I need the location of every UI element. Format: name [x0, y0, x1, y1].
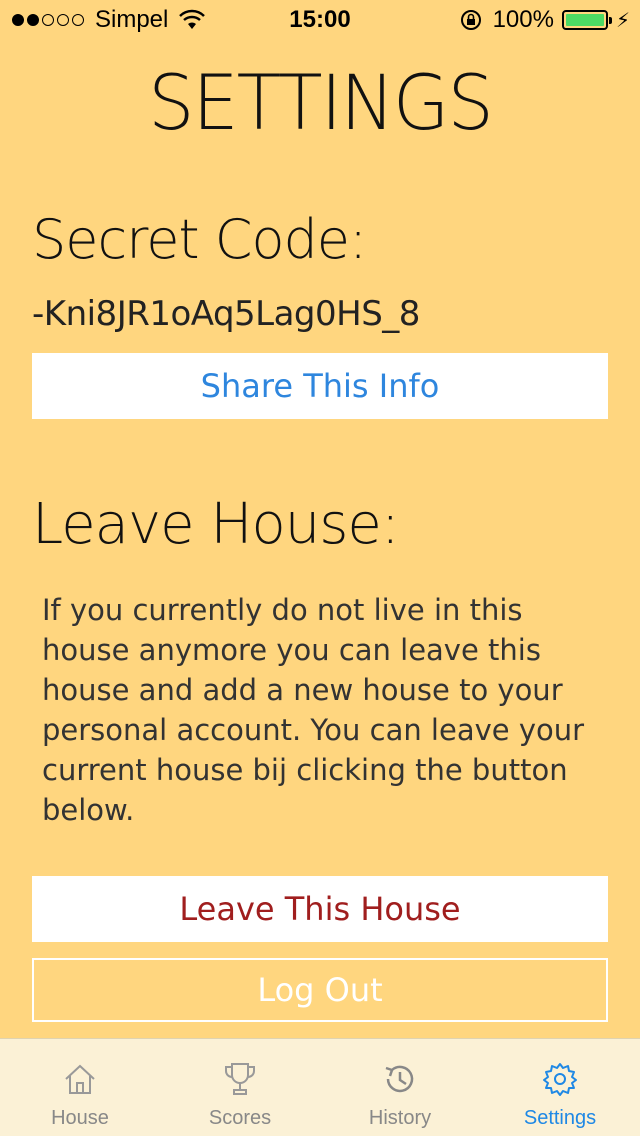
logout-button[interactable]: Log Out — [32, 958, 608, 1022]
page-title: SETTINGS — [148, 58, 494, 147]
charging-bolt-icon: ⚡ — [615, 9, 630, 32]
gear-icon — [543, 1063, 577, 1096]
trophy-icon — [225, 1063, 255, 1095]
leave-house-heading: Leave House: — [32, 492, 400, 557]
tab-label-scores: Scores — [208, 1107, 272, 1129]
share-info-button[interactable]: Share This Info — [32, 353, 608, 419]
battery-icon — [561, 10, 612, 30]
battery-percent: 100% — [492, 6, 554, 33]
tab-settings[interactable]: Settings — [480, 1039, 640, 1136]
tab-label-history: History — [368, 1107, 432, 1129]
tab-house[interactable]: House — [0, 1039, 160, 1136]
leave-house-description: If you currently do not live in this hou… — [42, 593, 585, 827]
tab-scores[interactable]: Scores — [160, 1039, 320, 1136]
status-bar: Simpel 15:00 100% ⚡ — [0, 0, 640, 40]
history-icon — [385, 1065, 414, 1093]
tab-history[interactable]: History — [320, 1039, 480, 1136]
tab-label-house: House — [51, 1107, 109, 1129]
secret-code-value: -Kni8JR1oAq5Lag0HS_8 — [32, 294, 420, 334]
secret-code-heading: Secret Code: — [32, 208, 367, 271]
leave-house-button[interactable]: Leave This House — [32, 876, 608, 942]
tab-label-settings: Settings — [523, 1107, 597, 1129]
house-icon — [65, 1064, 95, 1094]
status-right: 100% ⚡ — [459, 6, 630, 34]
rotation-lock-icon — [460, 10, 481, 30]
tab-bar: House Scores History Settings — [0, 1038, 640, 1136]
